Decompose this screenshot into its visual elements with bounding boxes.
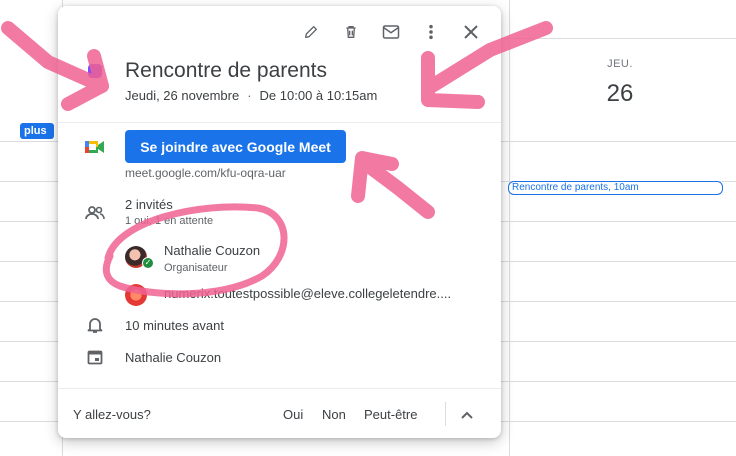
mail-icon [382, 25, 400, 39]
event-chip-title: Rencontre de parents [512, 182, 609, 193]
calendar-owner: Nathalie Couzon [125, 350, 222, 365]
grid-line [500, 38, 736, 39]
rsvp-no-button[interactable]: Non [322, 407, 346, 422]
join-google-meet-button[interactable]: Se joindre avec Google Meet [125, 130, 346, 163]
grid-line [509, 0, 510, 456]
expand-rsvp-button[interactable] [455, 403, 479, 427]
calendar-icon [84, 346, 106, 368]
date-separator: · [247, 88, 252, 103]
event-date: Jeudi, 26 novembre [125, 88, 240, 103]
day-header-number[interactable]: 26 [596, 80, 644, 108]
day-header-name: JEU. [607, 58, 633, 70]
popup-toolbar [293, 20, 489, 44]
chevron-up-icon [461, 411, 473, 419]
rsvp-maybe-button[interactable]: Peut-être [364, 407, 417, 422]
rsvp-question: Y allez-vous? [73, 407, 151, 422]
header-divider [58, 122, 501, 123]
avatar [125, 284, 147, 306]
google-meet-icon [84, 136, 106, 158]
guests-count: 2 invités [125, 197, 173, 212]
guest-role: Organisateur [164, 262, 228, 274]
more-options-button[interactable] [413, 20, 449, 44]
pencil-icon [305, 26, 317, 38]
event-details-popup: Rencontre de parents Jeudi, 26 novembre ·… [58, 6, 501, 438]
event-time-range: De 10:00 à 10:15am [259, 88, 378, 103]
guest-name: Nathalie Couzon [164, 243, 261, 258]
guests-status: 1 oui, 1 en attente [125, 215, 214, 227]
accepted-check-mark: ✓ [143, 258, 153, 268]
event-date-time: Jeudi, 26 novembre · De 10:00 à 10:15am [125, 88, 377, 103]
delete-button[interactable] [333, 20, 369, 44]
event-color-swatch [88, 64, 102, 78]
edit-button[interactable] [293, 20, 329, 44]
trash-icon [346, 26, 356, 38]
more-vert-icon [429, 24, 433, 40]
email-guests-button[interactable] [373, 20, 409, 44]
guest-name: numerix.toutestpossible@eleve.collegelet… [164, 286, 452, 301]
close-button[interactable] [453, 20, 489, 44]
rsvp-yes-button[interactable]: Oui [283, 407, 303, 422]
bell-icon [84, 314, 106, 336]
close-icon [464, 25, 478, 39]
footer-divider [58, 388, 501, 389]
event-title: Rencontre de parents [125, 59, 327, 82]
meet-url[interactable]: meet.google.com/kfu-oqra-uar [125, 166, 286, 180]
people-icon [84, 202, 106, 224]
calendar-event-chip[interactable]: Rencontre de parents, 10am [508, 181, 723, 195]
more-events-chip[interactable]: plus [20, 123, 54, 139]
rsvp-separator [445, 402, 446, 426]
reminder-text: 10 minutes avant [125, 318, 225, 333]
accepted-check-icon: ✓ [142, 257, 154, 269]
event-chip-time: , 10am [608, 182, 639, 193]
